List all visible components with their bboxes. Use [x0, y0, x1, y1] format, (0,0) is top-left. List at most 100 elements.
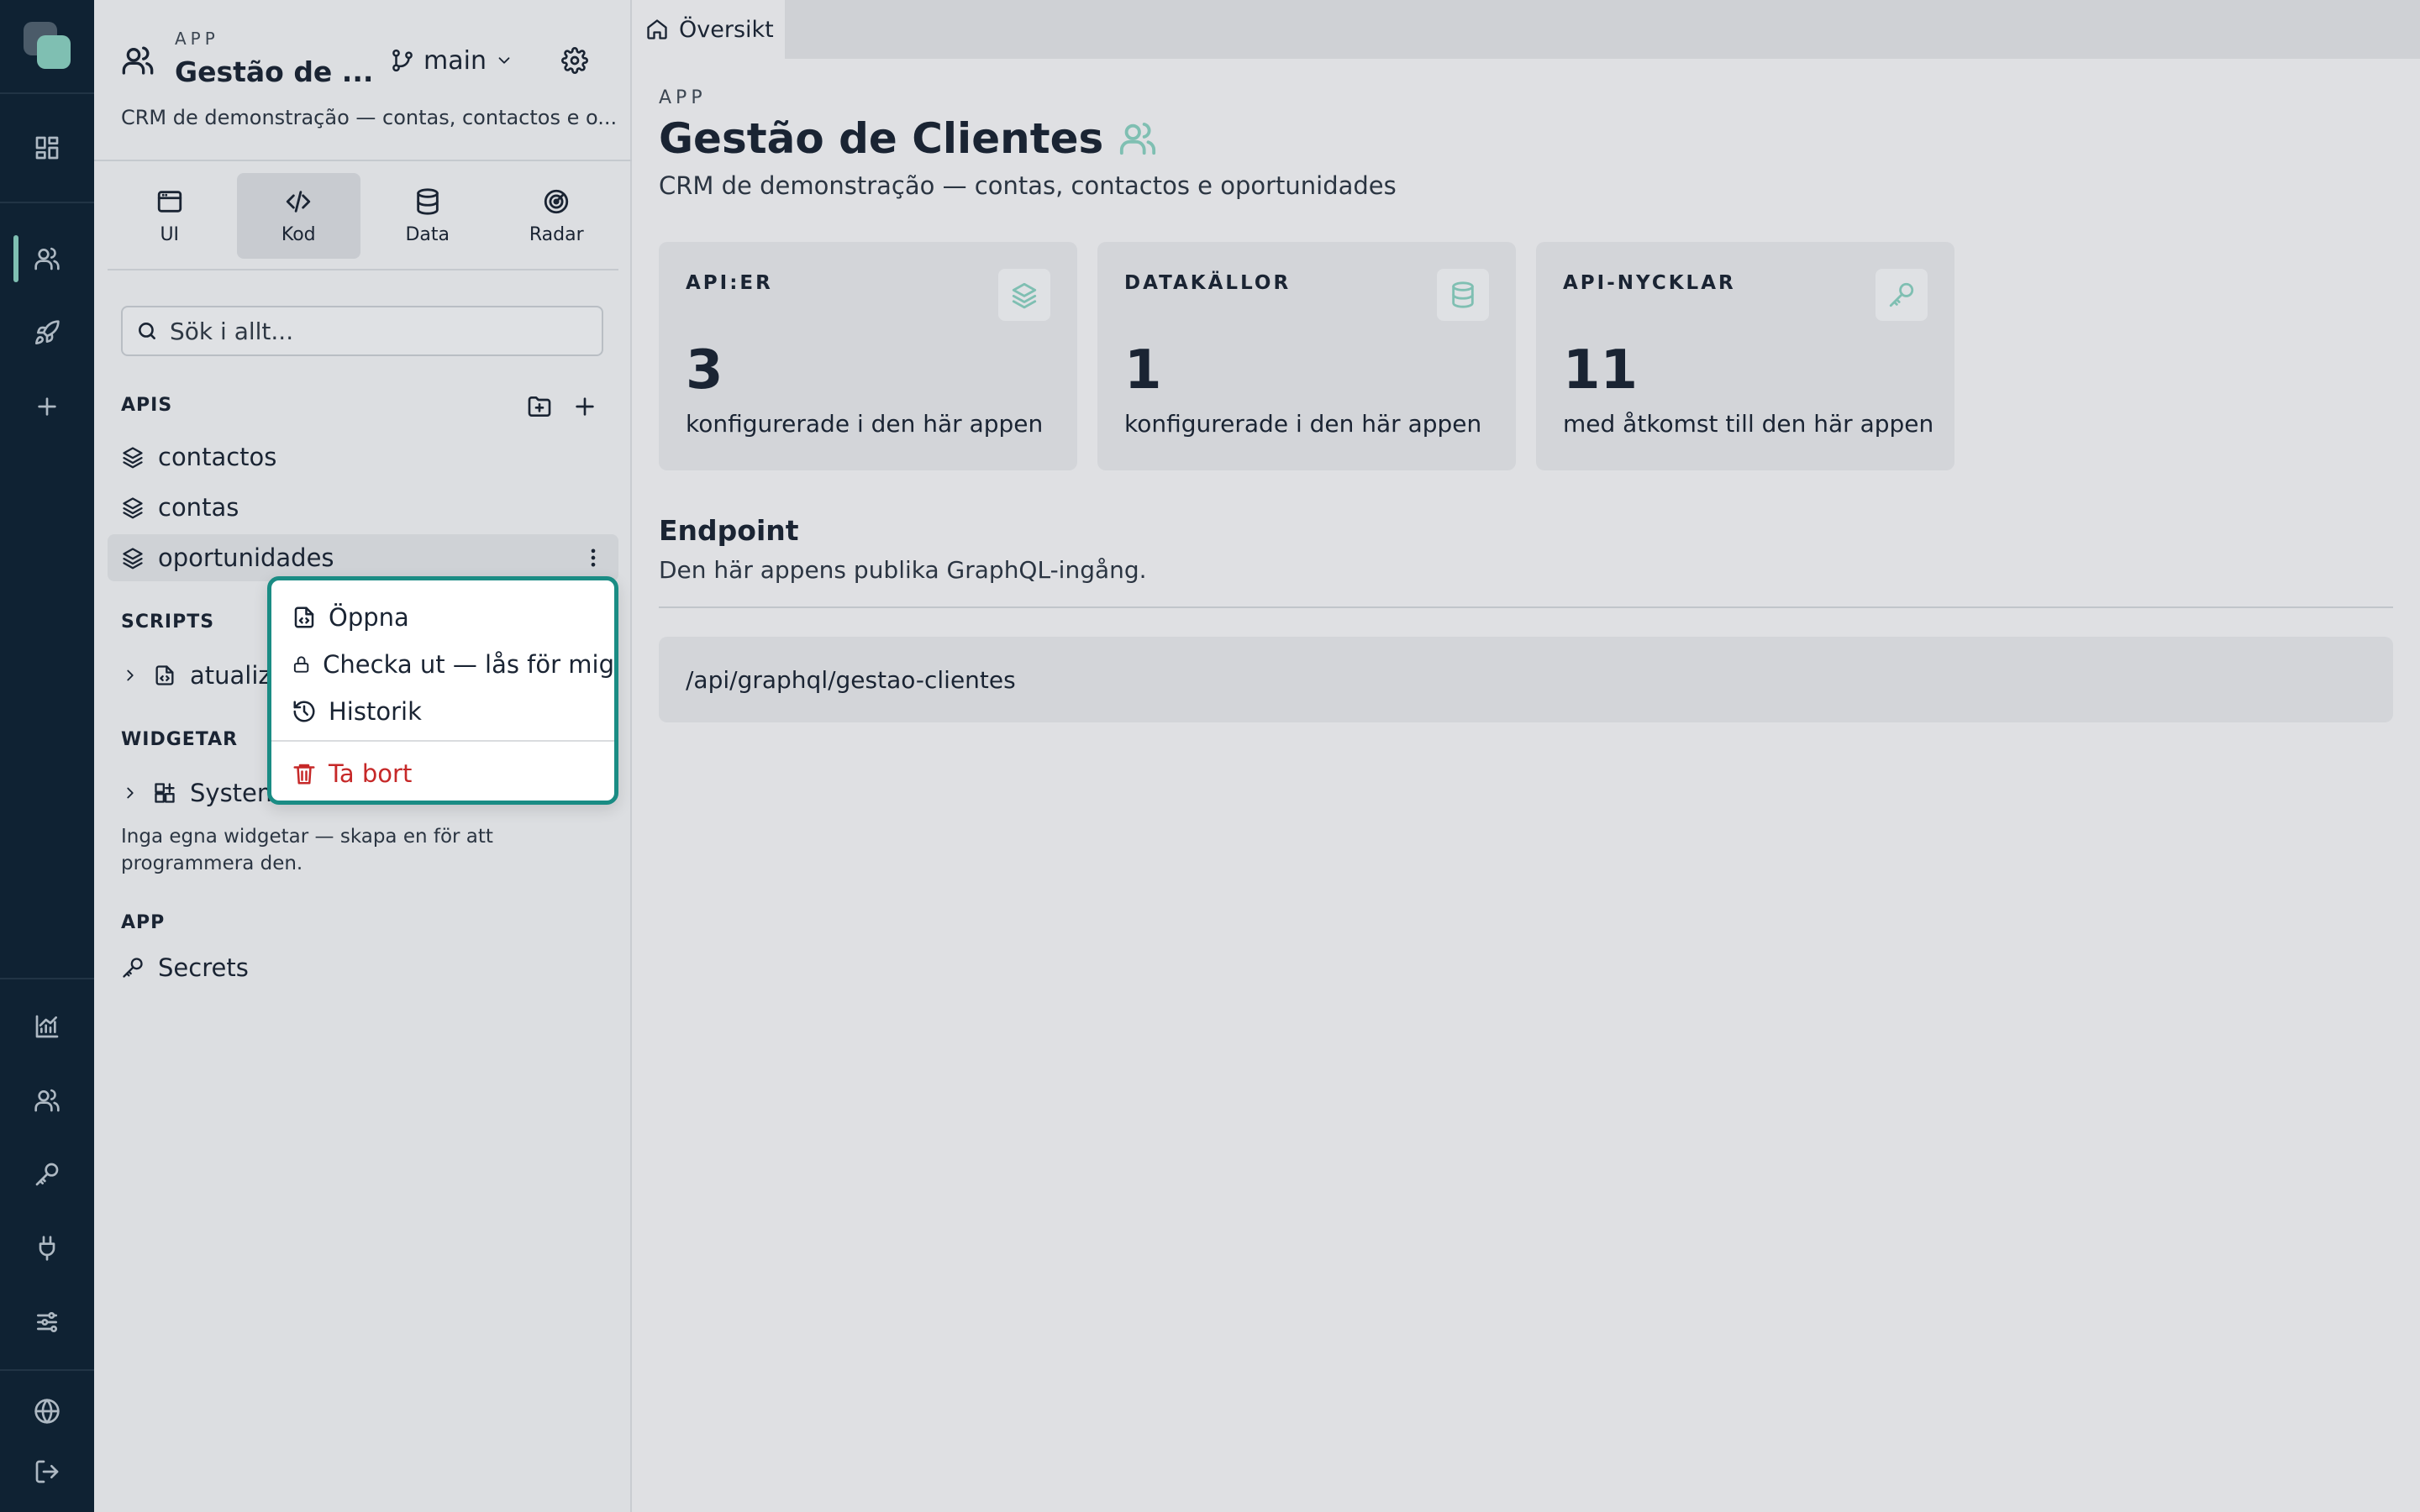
endpoint-url-box[interactable]: /api/graphql/gestao-clientes [659, 637, 2393, 722]
plug-icon[interactable] [30, 1231, 64, 1265]
widgets-helper-text: Inga egna widgetar — skapa en för att pr… [121, 826, 493, 874]
history-icon [293, 701, 315, 722]
tab-ui[interactable]: UI [108, 173, 232, 259]
list-item-api[interactable]: contactos [108, 433, 618, 480]
card-label: API:ER [686, 272, 773, 294]
context-menu: Öppna Checka ut — lås för mig Historik T… [267, 576, 618, 805]
item-label: oportunidades [158, 543, 334, 572]
new-folder-button[interactable] [524, 391, 555, 422]
database-icon [1437, 269, 1489, 321]
divider [94, 160, 632, 161]
home-icon [647, 19, 667, 39]
logout-icon[interactable] [30, 1455, 64, 1488]
list-item-api[interactable]: oportunidades [108, 534, 618, 581]
tab-overview[interactable]: Översikt [632, 0, 785, 59]
kebab-icon [591, 549, 596, 567]
key-icon [123, 958, 143, 978]
sliders-icon[interactable] [30, 1305, 64, 1339]
globe-icon[interactable] [30, 1394, 64, 1428]
menu-item-history[interactable]: Historik [271, 690, 614, 733]
tab-data[interactable]: Data [366, 173, 490, 259]
chevron-right-icon[interactable] [121, 784, 139, 802]
app-description: CRM de demonstração — contas, contactos … [121, 106, 617, 129]
analytics-icon[interactable] [30, 1010, 64, 1043]
tab-label: Kod [281, 223, 316, 245]
branch-selector[interactable]: main [390, 44, 513, 77]
menu-item-label: Checka ut — lås för mig [323, 650, 614, 679]
plus-icon [576, 397, 594, 416]
code-icon [287, 190, 311, 213]
menu-item-delete[interactable]: Ta bort [271, 752, 614, 795]
divider [108, 269, 618, 270]
item-label: contas [158, 493, 239, 522]
app-title: Gestão de ... [175, 55, 374, 88]
key-icon [1876, 269, 1928, 321]
dashboard-icon[interactable] [30, 131, 64, 165]
card-label: DATAKÄLLOR [1124, 272, 1292, 294]
section-label-app: APP [121, 912, 166, 933]
widget-icon [155, 783, 175, 803]
settings-button[interactable] [558, 44, 592, 77]
card-label: API-NYCKLAR [1563, 272, 1736, 294]
chevron-right-icon[interactable] [121, 666, 139, 685]
panel-tabs: UI Kod Data Radar [108, 173, 618, 259]
section-label-apis: APIS [121, 395, 173, 416]
logo[interactable] [24, 22, 72, 71]
endpoint-title: Endpoint [659, 514, 799, 547]
stat-card-api-keys: API-NYCKLAR 11 med åtkomst till den här … [1536, 242, 1954, 470]
menu-item-checkout[interactable]: Checka ut — lås för mig [271, 643, 614, 686]
card-subtitle: konfigurerade i den här appen [1124, 410, 1482, 438]
rail-divider [0, 202, 94, 203]
page-eyebrow: APP [659, 87, 707, 108]
page-title-text: Gestão de Clientes [659, 114, 1104, 163]
active-indicator [13, 235, 18, 282]
section-label-scripts: SCRIPTS [121, 612, 215, 633]
menu-divider [271, 740, 614, 742]
item-label: Secrets [158, 953, 249, 982]
card-value: 11 [1563, 339, 1639, 402]
list-item-secrets[interactable]: Secrets [108, 944, 618, 991]
radar-icon [544, 189, 569, 213]
app-users-icon [121, 44, 155, 77]
layers-icon [998, 269, 1050, 321]
stat-card-datasources: DATAKÄLLOR 1 konfigurerade i den här app… [1097, 242, 1516, 470]
section-label-widgets: WIDGETAR [121, 729, 239, 750]
card-value: 1 [1124, 339, 1162, 402]
page-title: Gestão de Clientes [659, 114, 1157, 163]
menu-item-open[interactable]: Öppna [271, 596, 614, 639]
app-eyebrow: APP [175, 29, 219, 49]
card-subtitle: konfigurerade i den här appen [686, 410, 1044, 438]
lock-icon [293, 656, 309, 673]
search-input[interactable] [170, 317, 573, 345]
add-api-button[interactable] [570, 391, 600, 422]
apis-actions [524, 391, 600, 422]
tab-kod[interactable]: Kod [236, 173, 360, 259]
main-content: Översikt APP Gestão de Clientes CRM de d… [632, 0, 2420, 1512]
layers-icon [123, 548, 143, 570]
users-icon [1120, 123, 1156, 155]
tab-label: Radar [529, 223, 584, 245]
file-code-icon [155, 665, 174, 685]
rail-divider [0, 92, 94, 94]
rail-divider [0, 1369, 94, 1371]
users-icon[interactable] [30, 242, 64, 276]
plus-icon[interactable] [30, 390, 64, 423]
git-branch-icon [392, 49, 413, 72]
menu-item-label: Öppna [329, 603, 409, 632]
rocket-icon[interactable] [30, 316, 64, 349]
list-item-api[interactable]: contas [108, 484, 618, 531]
layers-icon [123, 447, 143, 469]
card-value: 3 [686, 339, 723, 402]
tab-radar[interactable]: Radar [495, 173, 619, 259]
team-icon[interactable] [30, 1084, 64, 1117]
window-icon [157, 190, 182, 213]
stat-card-apis: API:ER 3 konfigurerade i den här appen [659, 242, 1077, 470]
gear-icon [561, 47, 588, 74]
endpoint-url[interactable]: /api/graphql/gestao-clientes [686, 666, 1016, 694]
page-description: CRM de demonstração — contas, contactos … [659, 171, 1397, 200]
file-code-icon [294, 606, 314, 628]
editor-tabstrip: Översikt [632, 0, 2420, 59]
database-icon [417, 187, 439, 215]
key-icon[interactable] [30, 1158, 64, 1191]
more-options-button[interactable] [580, 544, 607, 571]
